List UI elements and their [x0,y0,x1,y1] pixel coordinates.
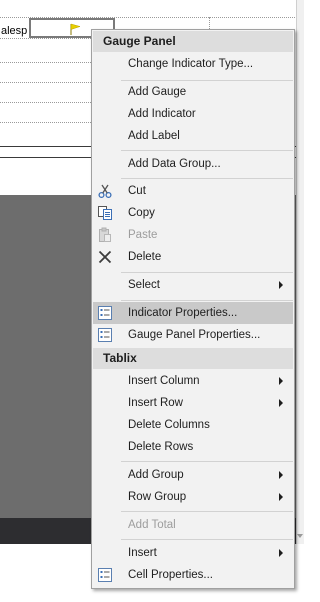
menu-item-add-total[interactable]: Add Total [93,514,293,536]
tablix-cell-text[interactable]: alesp [1,25,27,37]
menu-item-label: Delete [128,251,162,263]
menu-item-delete[interactable]: Delete [93,246,293,268]
menu-item-label: Indicator Properties... [128,307,238,319]
menu-item-add-data-group[interactable]: Add Data Group... [93,153,293,175]
context-menu: Gauge Panel Change Indicator Type... Add… [91,29,295,589]
menu-item-label: Row Group [128,491,187,503]
menu-item-label: Add Gauge [128,86,187,98]
menu-item-add-group[interactable]: Add Group [93,464,293,486]
menu-item-insert-row[interactable]: Insert Row [93,392,293,414]
menu-item-add-gauge[interactable]: Add Gauge [93,81,293,103]
menu-item-label: Cell Properties... [128,569,214,581]
menu-item-label: Insert [128,547,157,559]
menu-item-label: Add Data Group... [128,158,221,170]
menu-item-label: Gauge Panel Properties... [128,329,261,341]
menu-item-label: Add Label [128,130,180,142]
vertical-scrollbar[interactable] [296,0,304,544]
properties-icon [98,306,112,320]
properties-icon [98,328,112,342]
menu-item-label: Add Indicator [128,108,196,120]
menu-separator [121,300,293,301]
menu-item-add-label[interactable]: Add Label [93,125,293,147]
flag-indicator-icon [70,23,81,35]
menu-item-label: Delete Columns [128,419,210,431]
section-header-tablix: Tablix [93,348,293,369]
menu-item-label: Delete Rows [128,441,194,453]
menu-item-delete-rows[interactable]: Delete Rows [93,436,293,458]
menu-item-gauge-panel-properties[interactable]: Gauge Panel Properties... [93,324,293,346]
menu-item-change-indicator-type[interactable]: Change Indicator Type... [93,53,293,75]
section-header-gauge-panel: Gauge Panel [93,31,293,52]
menu-separator [121,150,293,151]
menu-item-paste[interactable]: Paste [93,224,293,246]
submenu-arrow-icon [279,281,283,289]
menu-item-label: Select [128,279,160,291]
menu-item-label: Change Indicator Type... [128,58,254,70]
delete-x-icon [98,250,112,264]
menu-item-label: Cut [128,185,146,197]
menu-item-label: Insert Column [128,375,200,387]
menu-item-add-indicator[interactable]: Add Indicator [93,103,293,125]
scissors-icon [98,184,112,199]
submenu-arrow-icon [279,471,283,479]
submenu-arrow-icon [279,377,283,385]
submenu-arrow-icon [279,493,283,501]
paste-icon [99,227,111,242]
menu-item-label: Add Total [128,519,176,531]
menu-item-label: Insert Row [128,397,183,409]
scroll-down-icon[interactable] [297,534,303,538]
menu-item-insert[interactable]: Insert [93,542,293,564]
menu-separator [121,539,293,540]
properties-icon [98,568,112,582]
menu-separator [121,461,293,462]
menu-item-copy[interactable]: Copy [93,202,293,224]
menu-separator [121,511,293,512]
menu-separator [121,178,293,179]
menu-item-select[interactable]: Select [93,274,293,296]
menu-separator [121,272,293,273]
menu-item-label: Add Group [128,469,184,481]
submenu-arrow-icon [279,549,283,557]
menu-item-cell-properties[interactable]: Cell Properties... [93,564,293,586]
menu-item-indicator-properties[interactable]: Indicator Properties... [93,302,293,324]
menu-item-row-group[interactable]: Row Group [93,486,293,508]
menu-item-label: Copy [128,207,155,219]
menu-item-insert-column[interactable]: Insert Column [93,370,293,392]
menu-item-label: Paste [128,229,158,241]
menu-item-delete-columns[interactable]: Delete Columns [93,414,293,436]
menu-item-cut[interactable]: Cut [93,180,293,202]
submenu-arrow-icon [279,399,283,407]
copy-icon [98,206,112,220]
